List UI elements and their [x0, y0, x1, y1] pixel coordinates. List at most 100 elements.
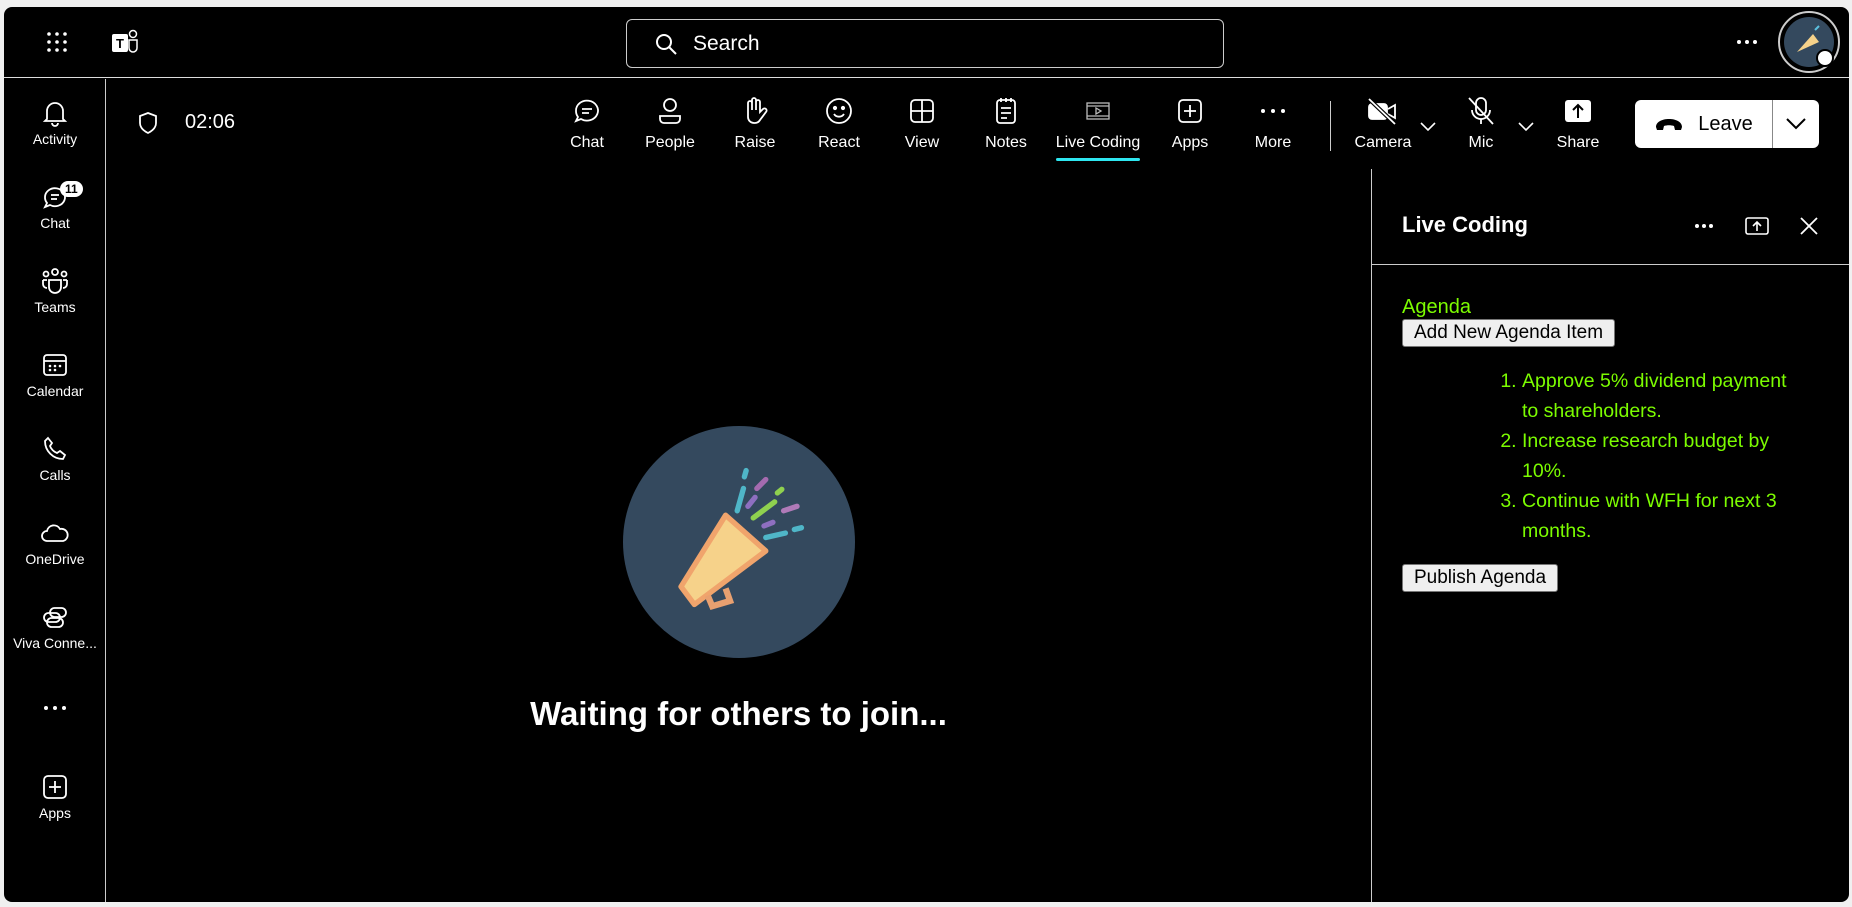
bell-icon: [42, 102, 68, 127]
rail-label: Teams: [34, 299, 76, 315]
smiley-icon: [824, 96, 854, 126]
tool-label: Notes: [985, 134, 1027, 151]
leave-button[interactable]: Leave: [1635, 100, 1819, 148]
agenda-item: Continue with WFH for next 3 months.: [1522, 486, 1800, 546]
rail-item-teams[interactable]: Teams: [4, 267, 106, 315]
agenda-item: Increase research budget by 10%.: [1522, 426, 1800, 486]
panel-more-icon[interactable]: [1689, 211, 1719, 241]
add-app-icon: [43, 775, 67, 799]
avatar[interactable]: [1778, 11, 1840, 73]
people-button[interactable]: People: [625, 96, 715, 152]
rail-more-button[interactable]: [4, 705, 106, 711]
pop-out-icon[interactable]: [1742, 211, 1772, 241]
react-button[interactable]: React: [794, 96, 884, 152]
raise-hand-icon: [740, 96, 770, 126]
agenda-list: Approve 5% dividend payment to sharehold…: [1500, 366, 1800, 546]
tool-label: Camera: [1354, 134, 1412, 151]
tool-label: Apps: [1171, 134, 1209, 151]
people-icon: [655, 96, 685, 126]
chat-badge: 11: [60, 181, 83, 197]
rail-item-calls[interactable]: Calls: [4, 435, 106, 483]
publish-agenda-button[interactable]: Publish Agenda: [1402, 564, 1559, 592]
rail-item-onedrive[interactable]: OneDrive: [4, 519, 106, 567]
rail-label: Activity: [32, 131, 78, 147]
viva-icon: [43, 607, 67, 628]
tool-label: React: [818, 134, 860, 151]
cloud-icon: [41, 524, 69, 542]
rail-item-chat[interactable]: 11 Chat: [4, 181, 106, 231]
rail-item-apps[interactable]: Apps: [4, 773, 106, 821]
raise-hand-button[interactable]: Raise: [710, 96, 800, 152]
tool-label: Live Coding: [1055, 134, 1141, 151]
more-button[interactable]: More: [1228, 96, 1318, 152]
apps-button[interactable]: Apps: [1145, 96, 1235, 152]
view-button[interactable]: View: [877, 96, 967, 152]
more-icon: [1260, 96, 1286, 126]
tool-label: Mic: [1468, 134, 1494, 151]
app-launcher-icon[interactable]: [42, 27, 72, 57]
tool-label: View: [904, 134, 940, 151]
left-rail: Activity 11 Chat Teams Calendar Calls On…: [4, 79, 106, 902]
panel-header: Live Coding: [1372, 169, 1849, 265]
share-icon: [1563, 96, 1593, 126]
rail-label: Calendar: [26, 383, 84, 399]
calendar-icon: [43, 354, 67, 376]
panel-body: Agenda Add New Agenda Item Approve 5% di…: [1372, 265, 1849, 622]
waiting-message: Waiting for others to join...: [530, 695, 947, 732]
toolbar-divider: [1330, 101, 1331, 151]
rail-item-viva-connections[interactable]: Viva Conne...: [4, 603, 106, 651]
add-app-icon: [1175, 96, 1205, 126]
tool-label: Share: [1556, 134, 1600, 151]
search-placeholder: Search: [693, 31, 760, 55]
rail-label: Calls: [39, 467, 71, 483]
search-icon: [655, 33, 677, 55]
camera-off-icon: [1366, 96, 1400, 126]
mic-options-chevron-icon[interactable]: [1518, 122, 1534, 132]
add-agenda-item-button[interactable]: Add New Agenda Item: [1402, 319, 1616, 347]
shield-icon: [137, 111, 159, 135]
tool-label: Chat: [570, 134, 604, 151]
live-coding-panel: Live Coding Agenda Add New Agenda Item A…: [1371, 169, 1849, 902]
more-icon: [44, 706, 66, 710]
close-icon[interactable]: [1794, 211, 1824, 241]
rail-label: Apps: [39, 805, 71, 821]
teams-window: T Search Activity 11 Chat Teams Calendar…: [4, 7, 1849, 902]
rail-item-activity[interactable]: Activity: [4, 99, 106, 147]
phone-icon: [44, 436, 67, 460]
rail-item-calendar[interactable]: Calendar: [4, 351, 106, 399]
agenda-heading: Agenda: [1402, 296, 1471, 318]
teams-logo-icon: T: [110, 27, 140, 57]
leave-main[interactable]: Leave: [1635, 100, 1773, 148]
teams-icon: [42, 268, 68, 294]
rail-label: Viva Conne...: [13, 635, 97, 651]
active-tab-indicator: [1056, 158, 1140, 161]
leave-label: Leave: [1698, 112, 1753, 135]
tool-label: More: [1254, 134, 1292, 151]
camera-button[interactable]: Camera: [1338, 96, 1428, 152]
notes-icon: [991, 96, 1021, 126]
search-input[interactable]: Search: [626, 19, 1224, 68]
tool-label: Raise: [734, 134, 776, 151]
chat-icon: [572, 96, 602, 126]
hang-up-icon: [1656, 119, 1683, 130]
chat-button[interactable]: Chat: [542, 96, 632, 152]
leave-options-chevron-icon[interactable]: [1773, 118, 1819, 130]
top-bar: T Search: [4, 7, 1849, 78]
more-icon[interactable]: [1732, 27, 1762, 57]
live-coding-icon: [1085, 96, 1111, 126]
camera-options-chevron-icon[interactable]: [1420, 122, 1436, 132]
agenda-item: Approve 5% dividend payment to sharehold…: [1522, 366, 1800, 426]
grid-view-icon: [907, 96, 937, 126]
meeting-timer: 02:06: [185, 111, 236, 133]
panel-title: Live Coding: [1402, 212, 1528, 237]
live-coding-button[interactable]: Live Coding: [1053, 96, 1143, 161]
tool-label: People: [645, 134, 695, 151]
mic-off-icon: [1466, 96, 1496, 126]
svg-text:T: T: [116, 36, 124, 51]
megaphone-illustration: [623, 426, 855, 658]
mic-button[interactable]: Mic: [1436, 96, 1526, 152]
notes-button[interactable]: Notes: [961, 96, 1051, 152]
rail-label: Chat: [40, 215, 70, 231]
rail-label: OneDrive: [25, 551, 85, 567]
share-button[interactable]: Share: [1533, 96, 1623, 152]
